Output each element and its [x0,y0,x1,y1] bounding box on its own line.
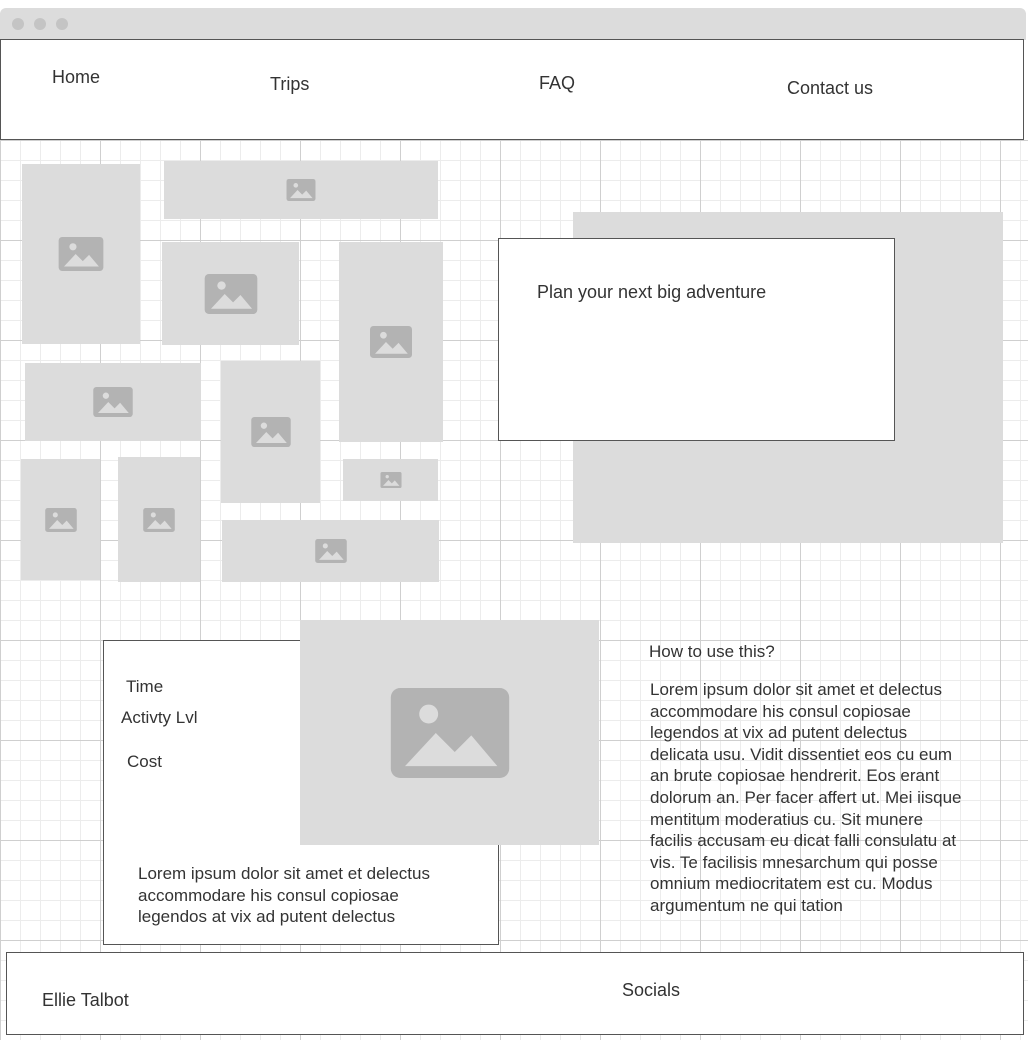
image-placeholder-icon [286,179,316,201]
image-placeholder-icon [44,507,77,532]
footer: Ellie Talbot Socials [6,952,1024,1035]
trip-description: Lorem ipsum dolor sit amet et delectus a… [138,864,430,926]
image-placeholder-icon [93,387,133,417]
image-placeholder-icon [379,472,402,488]
nav-link-contact[interactable]: Contact us [787,78,873,99]
window-title-bar [0,8,1026,40]
gallery-image[interactable] [339,242,443,442]
image-placeholder-icon [390,687,509,778]
gallery-image[interactable] [164,161,438,219]
image-placeholder-icon [204,273,257,314]
image-placeholder-icon [314,539,347,563]
gallery-image[interactable] [343,459,438,501]
gallery-image[interactable] [22,164,140,344]
window-dot-icon[interactable] [56,18,68,30]
gallery-image[interactable] [118,457,200,582]
nav-link-faq[interactable]: FAQ [539,73,575,94]
gallery-image[interactable] [162,242,299,345]
nav-link-home[interactable]: Home [52,67,100,88]
gallery-image[interactable] [21,459,100,580]
footer-socials-link[interactable]: Socials [622,980,680,1001]
gallery-image[interactable] [221,361,320,503]
trip-field-time: Time [126,677,164,696]
gallery-image[interactable] [222,520,439,582]
top-navigation: Home Trips FAQ Contact us [0,39,1024,140]
trip-image[interactable] [300,620,599,845]
image-placeholder-icon [250,417,291,447]
help-body: Lorem ipsum dolor sit amet et delectus a… [650,680,962,915]
hero-title: Plan your next big adventure [537,282,767,302]
trip-field-cost: Cost [127,752,162,771]
gallery-image[interactable] [25,363,201,441]
trip-field-activity-level: Activty Lvl [121,708,198,727]
footer-author-name: Ellie Talbot [42,990,129,1010]
image-placeholder-icon [143,507,175,532]
window-dot-icon[interactable] [12,18,24,30]
image-placeholder-icon [58,237,104,271]
image-placeholder-icon [370,326,412,358]
hero-card: Plan your next big adventure [498,238,895,441]
help-title: How to use this? [649,642,775,661]
window-dot-icon[interactable] [34,18,46,30]
nav-link-trips[interactable]: Trips [270,74,309,95]
